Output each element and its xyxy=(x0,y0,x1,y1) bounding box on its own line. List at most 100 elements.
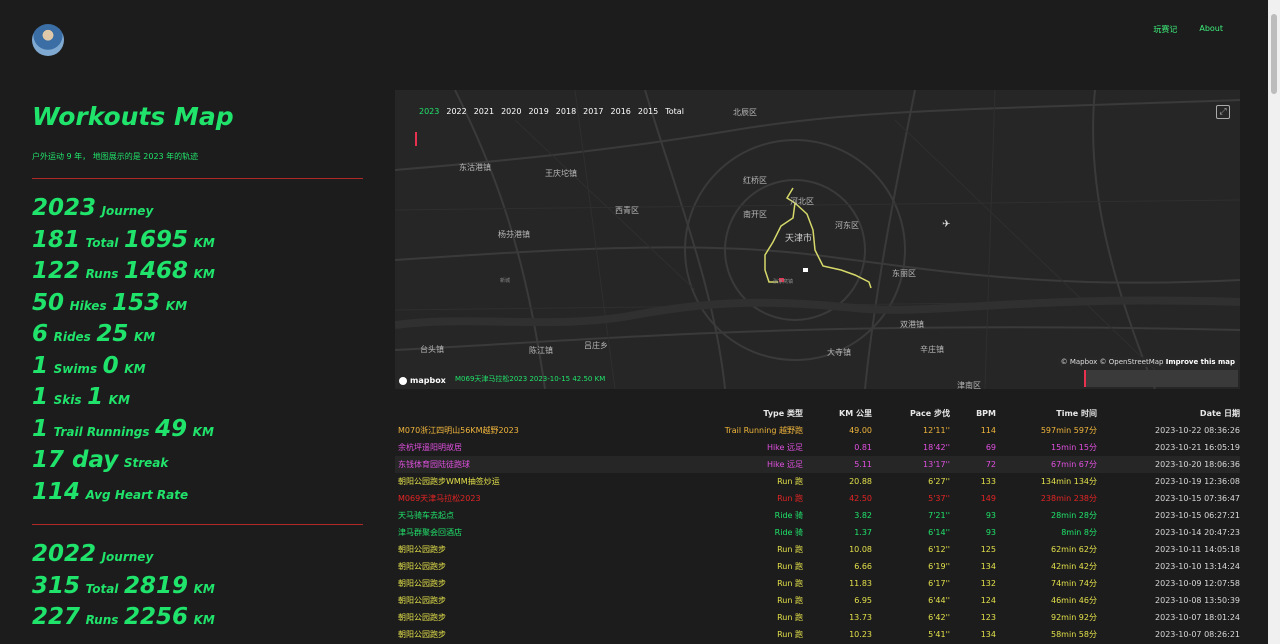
run-bpm: 69 xyxy=(985,443,996,452)
hikes-row[interactable]: 50 Hikes 153 KM xyxy=(32,288,363,320)
swims-label: Swims xyxy=(53,361,98,376)
runs-row[interactable]: 122 Runs 1468 KM xyxy=(32,256,363,288)
total-km: 2819 xyxy=(124,572,189,599)
year-2022-stats[interactable]: 2022 Journey 315 Total 2819 KM 227 Runs … xyxy=(32,539,363,634)
year-tab-2016[interactable]: 2016 xyxy=(611,107,631,116)
run-pace: 6'12'' xyxy=(928,545,950,554)
run-bpm: 93 xyxy=(985,528,996,537)
run-bpm: 133 xyxy=(980,477,996,486)
hr-label: Avg Heart Rate xyxy=(85,487,189,502)
table-row[interactable]: 朝阳公园跑步WMM抽签炒运 Run 跑 20.88 6'27'' 133 134min 1… xyxy=(395,473,1240,490)
run-date: 2023-10-15 06:27:21 xyxy=(1155,511,1240,520)
run-time: 15min 15分 xyxy=(1051,443,1097,452)
run-km: 10.08 xyxy=(849,545,872,554)
skis-row[interactable]: 1 Skis 1 KM xyxy=(32,382,363,414)
rides-row[interactable]: 6 Rides 25 KM xyxy=(32,319,363,351)
run-date: 2023-10-07 18:01:24 xyxy=(1155,613,1240,622)
hr-value: 114 xyxy=(32,478,81,505)
run-name: 朝阳公园跑步 xyxy=(398,545,446,554)
table-row[interactable]: 朝阳公园跑步 Run 跑 6.95 6'44'' 124 46min 46分 2023-10… xyxy=(395,592,1240,609)
run-date: 2023-10-07 08:26:21 xyxy=(1155,630,1240,639)
header-pace[interactable]: Pace 步伐 xyxy=(872,408,950,419)
map-label: 张家窝镇 xyxy=(773,279,794,285)
run-time: 134min 134分 xyxy=(1040,477,1097,486)
run-name: 朝阳公园跑步 xyxy=(398,562,446,571)
table-row[interactable]: 东钱体育园陆徒跑球 Hike 远足 5.11 13'17'' 72 67min 67分 20… xyxy=(395,456,1240,473)
table-row[interactable]: 津马群聚会回酒店 Ride 骑 1.37 6'14'' 93 8min 8分 2023-10… xyxy=(395,524,1240,541)
year-2023-stats[interactable]: 2023 Journey 181 Total 1695 KM 122 Runs … xyxy=(32,193,363,508)
scrollbar-thumb[interactable] xyxy=(1271,14,1277,94)
total-label: Total xyxy=(85,581,119,596)
top-nav: 玩赛记 About xyxy=(1153,24,1223,35)
run-bpm: 134 xyxy=(980,630,996,639)
skis-label: Skis xyxy=(53,393,82,407)
run-bpm: 134 xyxy=(980,562,996,571)
run-date: 2023-10-19 12:36:08 xyxy=(1155,477,1240,486)
header-type[interactable]: Type 类型 xyxy=(700,408,803,419)
header-time[interactable]: Time 时间 xyxy=(996,408,1097,419)
run-date: 2023-10-09 12:07:58 xyxy=(1155,579,1240,588)
nav-link-about[interactable]: About xyxy=(1199,24,1223,35)
divider xyxy=(32,178,363,179)
fullscreen-icon[interactable]: ⤢ xyxy=(1216,105,1230,119)
map-attribution[interactable]: © Mapbox © OpenStreetMap Improve this ma… xyxy=(1057,357,1238,367)
run-pace: 6'44'' xyxy=(928,596,950,605)
header-km[interactable]: KM 公里 xyxy=(803,408,872,419)
map-label: 杨芬港镇 xyxy=(498,230,530,239)
table-row[interactable]: 天马骑车去起点 Ride 骑 3.82 7'21'' 93 28min 28分 2023-1… xyxy=(395,507,1240,524)
table-row[interactable]: 朝阳公园跑步 Run 跑 10.08 6'12'' 125 62min 62分 2023-1… xyxy=(395,541,1240,558)
km-unit: KM xyxy=(192,424,214,439)
header-date[interactable]: Date 日期 xyxy=(1097,408,1240,419)
table-row[interactable]: 余杭坪遥阳明故居 Hike 远足 0.81 18'42'' 69 15min 15分 202… xyxy=(395,439,1240,456)
total-row: 315 Total 2819 KM xyxy=(32,571,363,603)
swims-row[interactable]: 1 Swims 0 KM xyxy=(32,351,363,383)
year-tab-2015[interactable]: 2015 xyxy=(638,107,658,116)
run-km: 49.00 xyxy=(849,426,872,435)
run-km: 13.73 xyxy=(849,613,872,622)
run-km: 5.11 xyxy=(854,460,872,469)
mapbox-logo[interactable]: mapbox xyxy=(399,376,446,385)
year-tab-2017[interactable]: 2017 xyxy=(583,107,603,116)
run-pace: 13'17'' xyxy=(923,460,950,469)
year-tab-2020[interactable]: 2020 xyxy=(501,107,521,116)
runs-row[interactable]: 227 Runs 2256 KM xyxy=(32,602,363,634)
page-scrollbar[interactable] xyxy=(1268,0,1280,644)
run-pace: 7'21'' xyxy=(928,511,950,520)
run-km: 3.82 xyxy=(854,511,872,520)
table-row[interactable]: 朝阳公园跑步 Run 跑 11.83 6'17'' 132 74min 74分 2023-1… xyxy=(395,575,1240,592)
run-name: 余杭坪遥阳明故居 xyxy=(398,443,462,452)
table-row[interactable]: 朝阳公园跑步 Run 跑 10.23 5'41'' 134 58min 58分 2023-1… xyxy=(395,626,1240,643)
nav-link-events[interactable]: 玩赛记 xyxy=(1153,24,1177,35)
workouts-map[interactable]: 2023 2022 2021 2020 2019 2018 2017 2016 … xyxy=(395,90,1240,389)
run-km: 42.50 xyxy=(849,494,872,503)
table-row[interactable]: M069天津马拉松2023 Run 跑 42.50 5'37'' 149 238min 2… xyxy=(395,490,1240,507)
run-type: Run 跑 xyxy=(777,477,803,486)
table-row[interactable]: M070浙江四明山56KM越野2023 Trail Running 越野跑 49.0… xyxy=(395,422,1240,439)
run-time: 67min 67分 xyxy=(1051,460,1097,469)
hikes-count: 50 xyxy=(32,289,65,316)
year-tab-2019[interactable]: 2019 xyxy=(528,107,548,116)
run-name: 朝阳公园跑步WMM抽签炒运 xyxy=(398,477,500,486)
year-tab-2018[interactable]: 2018 xyxy=(556,107,576,116)
run-time: 42min 42分 xyxy=(1051,562,1097,571)
table-row[interactable]: 朝阳公园跑步 Run 跑 6.66 6'19'' 134 42min 42分 2023-10… xyxy=(395,558,1240,575)
year-tab-total[interactable]: Total xyxy=(665,107,684,116)
avatar[interactable] xyxy=(32,24,64,56)
map-label: 红桥区 xyxy=(743,176,767,185)
map-label: 双港镇 xyxy=(900,320,924,329)
run-name: 朝阳公园跑步 xyxy=(398,596,446,605)
streak-row: 17 day Streak xyxy=(32,445,363,477)
year-tab-2021[interactable]: 2021 xyxy=(474,107,494,116)
rides-count: 6 xyxy=(32,321,49,347)
year-tab-2022[interactable]: 2022 xyxy=(446,107,466,116)
km-unit: KM xyxy=(193,613,215,627)
rides-km: 25 xyxy=(96,321,129,347)
total-count: 181 xyxy=(32,226,81,253)
run-date: 2023-10-22 08:36:26 xyxy=(1155,426,1240,435)
km-unit: KM xyxy=(134,330,156,344)
table-row[interactable]: 朝阳公园跑步 Run 跑 13.73 6'42'' 123 92min 92分 2023-1… xyxy=(395,609,1240,626)
trail-row[interactable]: 1 Trail Runnings 49 KM xyxy=(32,414,363,446)
year-tab-2023[interactable]: 2023 xyxy=(419,107,439,116)
header-bpm[interactable]: BPM xyxy=(950,409,996,418)
km-unit: KM xyxy=(193,581,215,596)
